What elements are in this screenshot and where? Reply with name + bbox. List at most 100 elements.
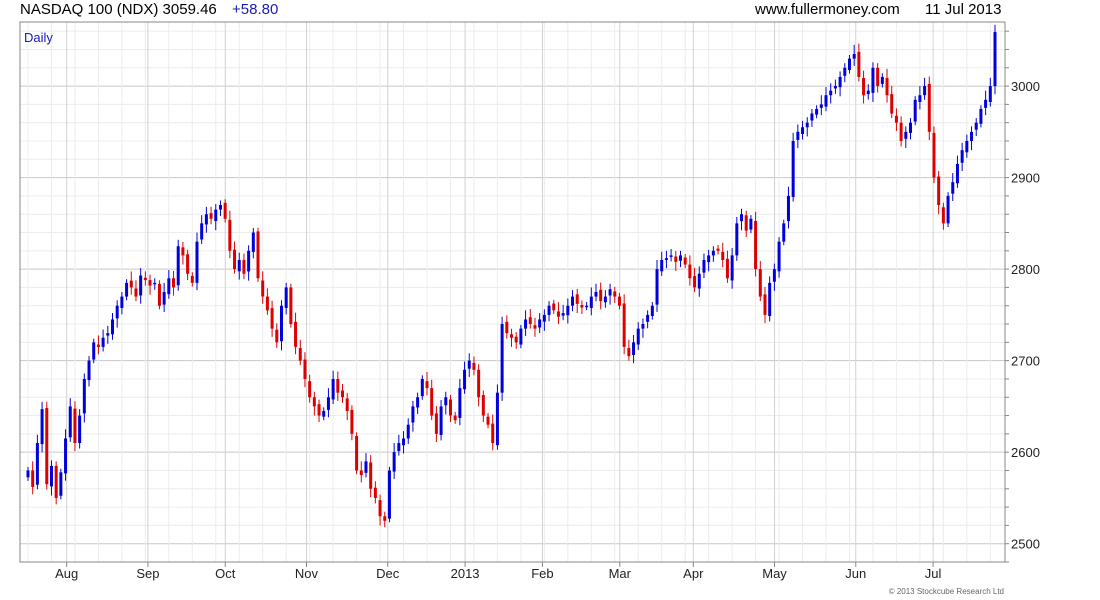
candle-body <box>777 241 781 272</box>
candle-body <box>711 250 715 256</box>
candle-body <box>547 305 551 315</box>
candle-body <box>852 54 856 59</box>
candle-body <box>664 258 668 260</box>
candle-body <box>885 78 889 96</box>
candle-body <box>646 314 650 322</box>
candle-body <box>782 223 786 242</box>
candle-body <box>763 294 767 315</box>
candle-body <box>768 282 772 316</box>
candlestick-chart: 2500 2600 2700 2800 2900 3000 Aug Sep Oct Nov Dec… <box>19 21 1040 596</box>
candle-body <box>176 246 180 286</box>
candle-body <box>556 311 560 317</box>
candle-body <box>289 287 293 325</box>
y-tick-label: 2600 <box>1011 445 1040 460</box>
candle-body <box>491 423 495 444</box>
candle-body <box>613 291 617 297</box>
candle-body <box>561 313 565 316</box>
candle-body <box>749 218 753 230</box>
candle-body <box>458 388 462 418</box>
x-tick-label: Sep <box>136 566 159 581</box>
candle-body <box>204 214 208 225</box>
candle-body <box>181 247 185 256</box>
x-tick-label: Aug <box>55 566 78 581</box>
candle-body <box>434 413 438 434</box>
candle-body <box>514 336 518 343</box>
candle-body <box>890 94 894 114</box>
candle-body <box>693 276 697 288</box>
candle-body <box>538 319 542 328</box>
candle-body <box>866 90 870 95</box>
candle-body <box>425 381 429 389</box>
candle-body <box>829 90 833 96</box>
candle-body <box>993 32 997 87</box>
candle-body <box>420 378 424 397</box>
candle-body <box>481 395 485 416</box>
candle-body <box>298 348 302 361</box>
candle-body <box>810 113 814 121</box>
candle-body <box>59 472 63 496</box>
x-tick-label: May <box>762 566 787 581</box>
y-axis: 2500 2600 2700 2800 2900 3000 <box>1005 30 1040 563</box>
candle-body <box>134 288 138 297</box>
candle-body <box>218 205 222 210</box>
candle-body <box>599 289 603 302</box>
candle-body <box>125 282 129 297</box>
candle-body <box>909 122 913 133</box>
candle-body <box>707 255 711 263</box>
candle-body <box>256 231 260 279</box>
candle-body <box>35 443 39 485</box>
candle-body <box>247 250 251 272</box>
candle-body <box>627 348 631 357</box>
candle-body <box>120 296 124 308</box>
candle-body <box>838 76 842 88</box>
candle-body <box>857 51 861 77</box>
x-axis: Aug Sep Oct Nov Dec 2013 Feb Mar Apr May Jun Jul <box>55 562 942 581</box>
candle-body <box>688 264 692 279</box>
candle-body <box>153 282 157 285</box>
candle-body <box>26 470 30 478</box>
candle-body <box>472 362 476 370</box>
candle-body <box>735 223 739 256</box>
candle-body <box>214 209 218 221</box>
candle-body <box>68 406 72 438</box>
candle-body <box>110 319 114 335</box>
y-tick-label: 2500 <box>1011 537 1040 552</box>
candle-body <box>73 408 77 444</box>
candle-body <box>533 325 537 329</box>
candle-body <box>303 359 307 379</box>
candle-body <box>927 83 931 132</box>
candle-body <box>270 308 274 329</box>
candle-body <box>542 314 546 322</box>
candle-body <box>571 296 575 306</box>
candle-body <box>139 275 143 296</box>
candle-body <box>383 516 387 521</box>
candle-body <box>575 294 579 304</box>
candle-body <box>308 381 312 398</box>
candle-body <box>233 249 237 270</box>
candle-body <box>129 280 133 288</box>
candle-body <box>364 461 368 473</box>
x-tick-label: Apr <box>683 566 704 581</box>
candle-body <box>242 259 246 274</box>
candle-body <box>500 324 504 393</box>
candle-body <box>265 296 269 311</box>
candle-body <box>275 329 279 343</box>
y-tick-label: 2800 <box>1011 262 1040 277</box>
candle-body <box>312 397 316 407</box>
candle-body <box>369 462 373 489</box>
x-tick-label: Dec <box>376 566 400 581</box>
candle-body <box>669 255 673 257</box>
candle-body <box>880 76 884 84</box>
x-tick-label: Feb <box>531 566 553 581</box>
candle-body <box>463 369 467 390</box>
candle-body <box>904 131 908 139</box>
candle-body <box>209 213 213 219</box>
candle-body <box>195 241 199 283</box>
candle-body <box>279 305 283 342</box>
candle-body <box>439 406 443 435</box>
candle-body <box>862 78 866 96</box>
candle-body <box>190 275 194 283</box>
candle-body <box>585 305 589 308</box>
x-tick-label: 2013 <box>451 566 480 581</box>
candle-body <box>622 303 626 347</box>
